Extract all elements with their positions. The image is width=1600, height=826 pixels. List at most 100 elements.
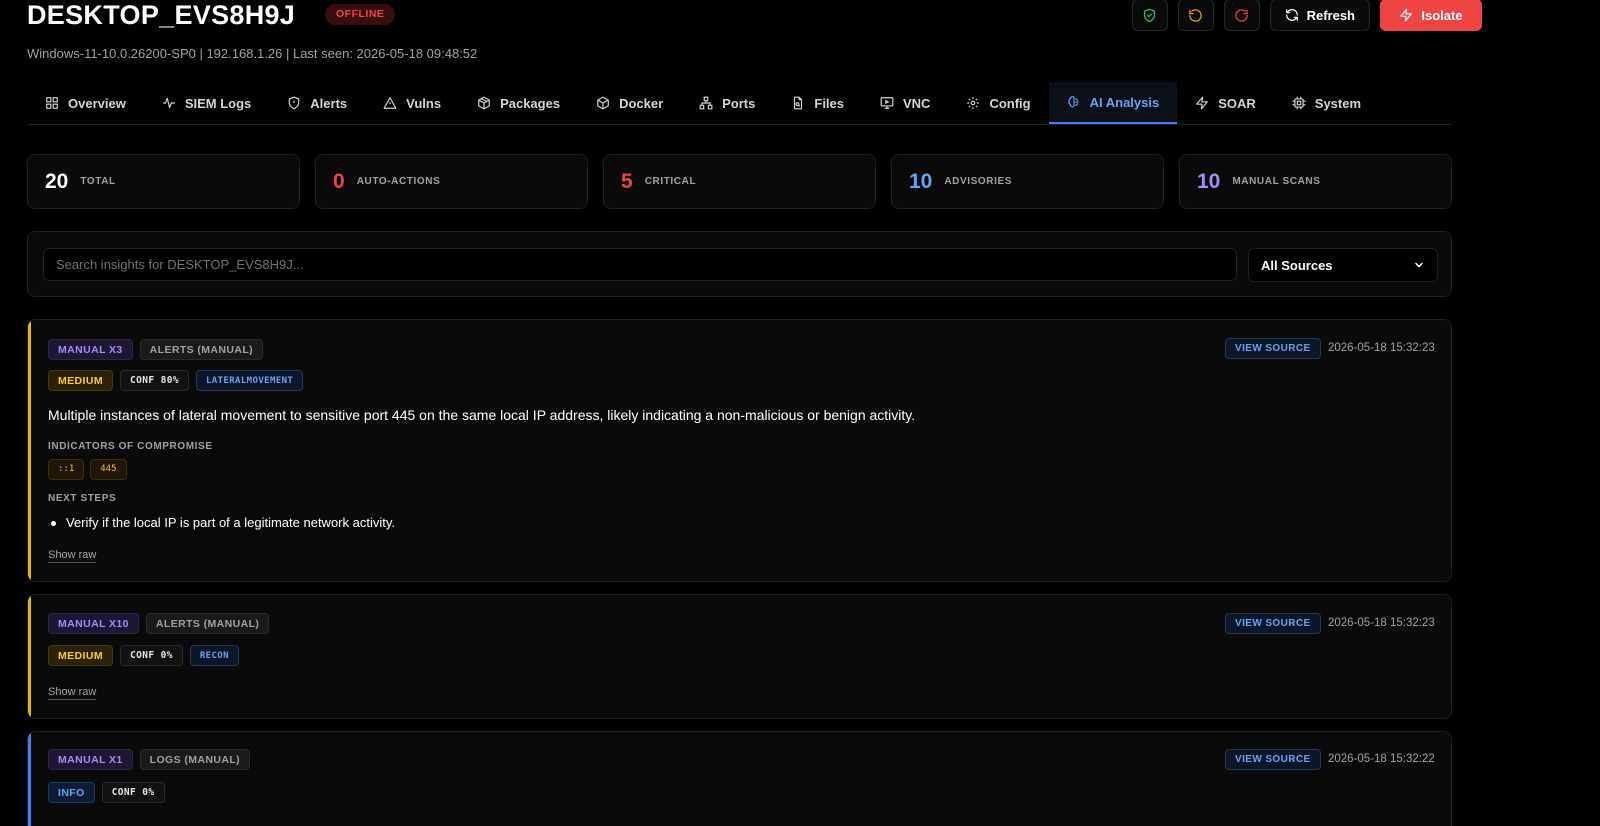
gear-icon xyxy=(967,97,980,109)
stat-label: AUTO-ACTIONS xyxy=(356,176,441,187)
ioc-chip: ::1 xyxy=(48,459,85,480)
refresh-button[interactable]: Refresh xyxy=(1269,0,1370,31)
tab-label: SIEM Logs xyxy=(184,95,252,111)
run-badge: MANUAL X10 xyxy=(48,613,139,634)
tab-config[interactable]: Config xyxy=(948,82,1048,124)
tab-overview[interactable]: Overview xyxy=(27,82,144,124)
confidence-badge: CONF 0% xyxy=(101,782,165,803)
insight-tags-row: INFO CONF 0% xyxy=(48,782,165,803)
stat-manual-scans: 10 MANUAL SCANS xyxy=(1179,154,1452,209)
next-step-item: Verify if the local IP is part of a legi… xyxy=(51,515,395,530)
stat-label: TOTAL xyxy=(80,176,116,187)
tab-ports[interactable]: Ports xyxy=(681,82,773,124)
ioc-heading: INDICATORS OF COMPROMISE xyxy=(48,441,213,452)
cpu-icon xyxy=(1292,96,1306,110)
header-actions: Refresh Isolate xyxy=(1131,0,1482,32)
stats-row: 20 TOTAL 0 AUTO-ACTIONS 5 CRITICAL 10 AD… xyxy=(27,154,1452,209)
next-steps-heading: NEXT STEPS xyxy=(48,493,117,504)
show-raw-link[interactable]: Show raw xyxy=(48,549,97,563)
tab-label: System xyxy=(1314,95,1362,111)
source-badge: LOGS (MANUAL) xyxy=(139,749,251,770)
run-badge: MANUAL X3 xyxy=(48,339,133,360)
tab-label: Docker xyxy=(619,95,664,111)
tab-packages[interactable]: Packages xyxy=(459,82,578,124)
search-input[interactable] xyxy=(43,248,1237,281)
restart-icon xyxy=(1235,8,1248,22)
scan-button[interactable] xyxy=(1131,0,1168,31)
stat-value: 10 xyxy=(1197,169,1221,193)
rotate-ccw-icon xyxy=(1189,8,1202,22)
rollback-button[interactable] xyxy=(1177,0,1214,31)
show-raw-link[interactable]: Show raw xyxy=(48,686,97,700)
view-source-button[interactable]: VIEW SOURCE xyxy=(1225,749,1321,770)
category-tag: LATERALMOVEMENT xyxy=(195,370,304,391)
tab-vnc[interactable]: VNC xyxy=(862,82,948,124)
severity-accent-bar xyxy=(28,595,31,718)
tab-soar[interactable]: SOAR xyxy=(1177,82,1274,124)
tab-label: AI Analysis xyxy=(1089,94,1160,110)
insight-tags-row: MEDIUM CONF 80% LATERALMOVEMENT xyxy=(48,370,304,391)
tab-label: Alerts xyxy=(310,95,348,111)
stat-value: 20 xyxy=(45,169,69,193)
category-tag: RECON xyxy=(189,645,239,666)
refresh-label: Refresh xyxy=(1306,7,1355,23)
insight-summary: Multiple instances of lateral movement t… xyxy=(48,407,916,423)
tab-system[interactable]: System xyxy=(1274,82,1379,124)
tab-label: SOAR xyxy=(1218,95,1256,111)
view-source-button[interactable]: VIEW SOURCE xyxy=(1225,338,1321,359)
host-detail-page: DESKTOP_EVS8H9J OFFLINE Windows-11-10.0.… xyxy=(27,0,1482,826)
chevron-down-icon xyxy=(1415,262,1423,268)
insight-timestamp: 2026-05-18 15:32:23 xyxy=(1328,617,1435,629)
network-icon xyxy=(699,96,713,110)
shield-icon xyxy=(289,96,300,110)
stat-label: MANUAL SCANS xyxy=(1232,176,1321,187)
host-subline: Windows-11-10.0.26200-SP0 | 192.168.1.26… xyxy=(27,46,478,61)
tab-bar: Overview SIEM Logs Alerts Vulns Packages… xyxy=(27,82,1452,125)
insight-card: MANUAL X3 ALERTS (MANUAL) MEDIUM CONF 80… xyxy=(27,319,1452,582)
insight-card: MANUAL X10 ALERTS (MANUAL) MEDIUM CONF 0… xyxy=(27,594,1452,719)
bolt-icon xyxy=(1196,96,1209,110)
stat-label: CRITICAL xyxy=(644,176,697,187)
tab-vulns[interactable]: Vulns xyxy=(365,82,459,124)
severity-badge: INFO xyxy=(48,782,95,803)
ioc-chip: 445 xyxy=(90,459,127,480)
tab-label: Vulns xyxy=(406,95,442,111)
insight-meta-row: MANUAL X3 ALERTS (MANUAL) xyxy=(48,339,264,360)
brain-icon xyxy=(1067,96,1079,108)
severity-badge: MEDIUM xyxy=(48,370,113,391)
stat-value: 5 xyxy=(621,169,633,193)
confidence-badge: CONF 0% xyxy=(119,645,183,666)
tab-alerts[interactable]: Alerts xyxy=(269,82,365,124)
tab-files[interactable]: Files xyxy=(773,82,862,124)
source-badge: ALERTS (MANUAL) xyxy=(145,613,270,634)
tab-label: Ports xyxy=(722,95,756,111)
stat-value: 10 xyxy=(909,169,933,193)
severity-accent-bar xyxy=(28,320,31,581)
tab-label: Files xyxy=(814,95,844,111)
filter-bar: All Sources xyxy=(27,231,1452,297)
stat-value: 0 xyxy=(333,169,345,193)
severity-accent-bar xyxy=(28,732,31,826)
activity-icon xyxy=(162,97,175,109)
warning-icon xyxy=(383,97,397,109)
source-filter-select[interactable]: All Sources xyxy=(1248,248,1438,282)
insight-card: MANUAL X1 LOGS (MANUAL) INFO CONF 0% VIE… xyxy=(27,731,1452,826)
tab-label: VNC xyxy=(903,95,931,111)
tab-label: Packages xyxy=(500,95,561,111)
stat-auto-actions: 0 AUTO-ACTIONS xyxy=(315,154,588,209)
insight-tags-row: MEDIUM CONF 0% RECON xyxy=(48,645,239,666)
file-icon xyxy=(794,96,803,110)
run-badge: MANUAL X1 xyxy=(48,749,133,770)
tab-siem-logs[interactable]: SIEM Logs xyxy=(144,82,269,124)
tab-label: Overview xyxy=(68,95,126,111)
status-badge: OFFLINE xyxy=(325,4,396,25)
isolate-button[interactable]: Isolate xyxy=(1380,0,1482,31)
tab-ai-analysis[interactable]: AI Analysis xyxy=(1048,82,1178,124)
stat-advisories: 10 ADVISORIES xyxy=(891,154,1164,209)
tab-docker[interactable]: Docker xyxy=(578,82,681,124)
view-source-button[interactable]: VIEW SOURCE xyxy=(1225,613,1321,634)
shield-check-icon xyxy=(1143,8,1156,22)
stat-total: 20 TOTAL xyxy=(27,154,300,209)
insight-timestamp: 2026-05-18 15:32:22 xyxy=(1328,753,1435,765)
restart-button[interactable] xyxy=(1223,0,1260,31)
